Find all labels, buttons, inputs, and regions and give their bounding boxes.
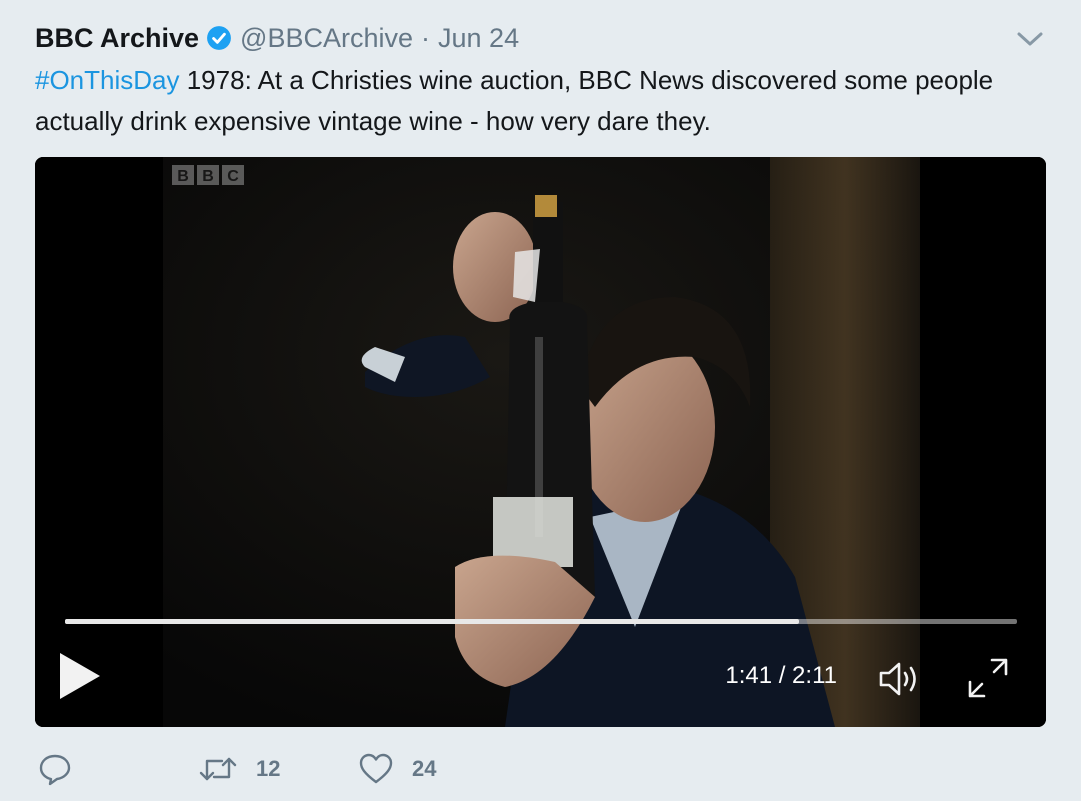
fullscreen-icon[interactable] — [965, 655, 1011, 701]
chevron-down-icon[interactable] — [1014, 28, 1046, 50]
like-button[interactable]: 24 — [358, 749, 436, 789]
like-count: 24 — [412, 756, 437, 781]
svg-text:B: B — [202, 168, 214, 185]
volume-icon[interactable] — [878, 660, 924, 698]
tweet-text: #OnThisDay 1978: At a Christies wine auc… — [35, 60, 1035, 142]
bbc-watermark: B B C — [172, 165, 244, 185]
play-icon[interactable] — [57, 650, 103, 702]
reply-icon — [39, 754, 71, 786]
user-handle[interactable]: @BBCArchive — [240, 23, 413, 54]
tweet-actions: 12 24 — [38, 749, 638, 789]
verified-badge-icon — [207, 26, 231, 50]
reply-button[interactable] — [38, 749, 72, 789]
separator-dot: · — [421, 22, 431, 53]
tweet-body: 1978: At a Christies wine auction, BBC N… — [35, 65, 994, 136]
progress-bar[interactable] — [65, 619, 1017, 624]
progress-fill — [65, 619, 799, 624]
heart-icon — [359, 753, 393, 784]
retweet-icon — [199, 757, 237, 781]
tweet-date[interactable]: Jun 24 — [438, 23, 519, 54]
retweet-count: 12 — [256, 756, 281, 781]
svg-text:C: C — [227, 168, 239, 185]
tweet-header: BBC Archive @BBCArchive · Jun 24 — [35, 22, 519, 54]
retweet-button[interactable]: 12 — [198, 749, 280, 789]
hashtag-link[interactable]: #OnThisDay — [35, 65, 180, 95]
video-frame: B B C — [35, 157, 1046, 727]
video-player[interactable]: B B C 1:41 / 2:11 — [35, 157, 1046, 727]
svg-text:B: B — [177, 168, 189, 185]
time-display: 1:41 / 2:11 — [725, 662, 837, 689]
display-name[interactable]: BBC Archive — [35, 23, 199, 54]
